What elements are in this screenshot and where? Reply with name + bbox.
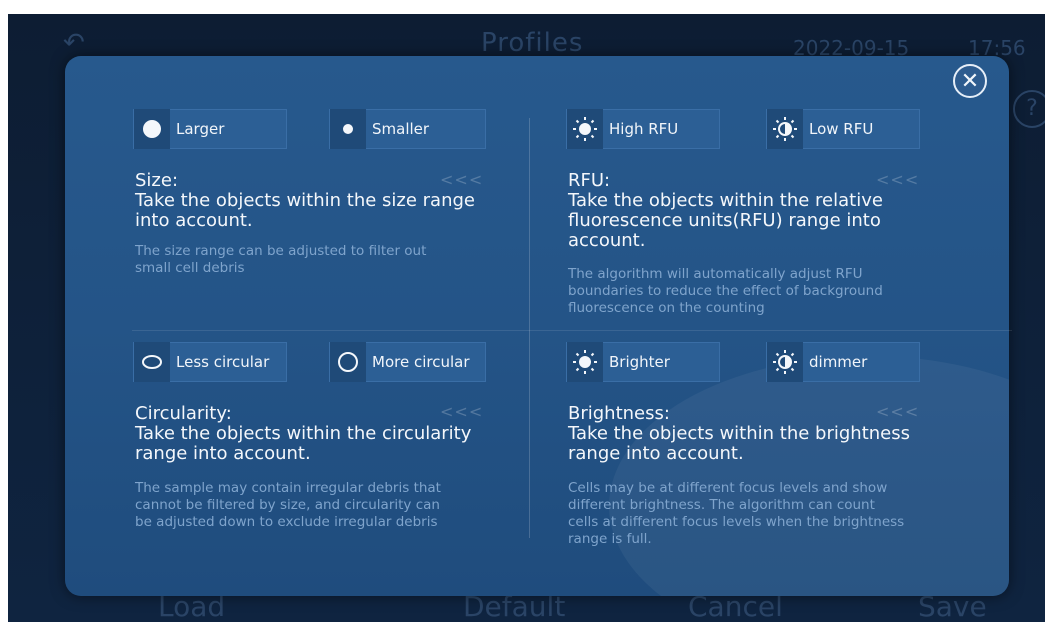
brighter-label: Brighter (609, 353, 670, 371)
rfu-description: The algorithm will automatically adjust … (568, 266, 883, 316)
back-arrow-icon[interactable]: ↶ (63, 28, 85, 58)
brightness-description: Cells may be at different focus levels a… (568, 480, 905, 547)
close-icon: ✕ (960, 68, 980, 94)
horizontal-divider (132, 330, 1012, 331)
screen-title: Profiles (481, 28, 584, 58)
larger-button[interactable]: Larger (133, 109, 287, 149)
smaller-button[interactable]: Smaller (329, 109, 486, 149)
dimmer-button[interactable]: dimmer (766, 342, 920, 382)
less-circular-button[interactable]: Less circular (133, 342, 287, 382)
high-rfu-label: High RFU (609, 120, 679, 138)
half-sun-icon (767, 342, 803, 382)
circle-icon (330, 342, 366, 382)
ellipse-icon (134, 342, 170, 382)
half-sun-icon (767, 109, 803, 149)
dimmer-label: dimmer (809, 353, 868, 371)
large-dot-icon (134, 109, 170, 149)
circularity-description: The sample may contain irregular debris … (135, 480, 441, 530)
smaller-label: Smaller (372, 120, 430, 138)
size-title: Size: Take the objects within the size r… (135, 170, 475, 231)
help-icon[interactable]: ? (1013, 90, 1045, 128)
circularity-title: Circularity: Take the objects within the… (135, 403, 472, 464)
close-button[interactable]: ✕ (953, 64, 987, 98)
brightness-title: Brightness: Take the objects within the … (568, 403, 910, 464)
small-dot-icon (330, 109, 366, 149)
sun-icon (567, 342, 603, 382)
low-rfu-button[interactable]: Low RFU (766, 109, 920, 149)
brighter-button[interactable]: Brighter (566, 342, 720, 382)
more-circular-label: More circular (372, 353, 470, 371)
vertical-divider (529, 118, 530, 538)
high-rfu-button[interactable]: High RFU (566, 109, 720, 149)
less-circular-label: Less circular (176, 353, 270, 371)
size-description: The size range can be adjusted to filter… (135, 243, 427, 276)
larger-label: Larger (176, 120, 225, 138)
low-rfu-label: Low RFU (809, 120, 874, 138)
sun-icon (567, 109, 603, 149)
rfu-title: RFU: Take the objects within the relativ… (568, 170, 883, 251)
more-circular-button[interactable]: More circular (329, 342, 486, 382)
